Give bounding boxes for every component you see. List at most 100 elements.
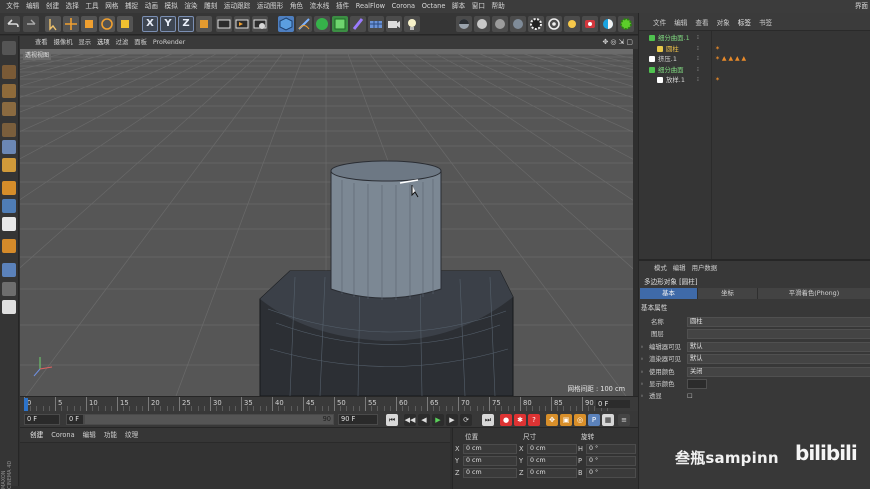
attribute-field[interactable]: 关闭 <box>687 366 870 377</box>
reflection-sphere-icon[interactable] <box>510 16 526 32</box>
size-field[interactable]: 0 cm <box>527 468 577 478</box>
record-icon[interactable] <box>582 16 598 32</box>
redo-button[interactable] <box>23 16 39 32</box>
menu-item-15[interactable]: 插件 <box>333 0 353 13</box>
xray-checkbox[interactable]: ☐ <box>687 391 693 401</box>
animate-dot-icon[interactable]: ◦ <box>640 367 644 377</box>
position-field[interactable]: 0 cm <box>463 444 517 454</box>
prev-key-button[interactable]: ◀◀ <box>404 414 416 426</box>
move-tool-icon[interactable] <box>63 16 79 32</box>
menu-item-0[interactable]: 文件 <box>3 0 23 13</box>
end-frame-field[interactable]: 90 F <box>338 414 378 425</box>
deformer-icon[interactable] <box>350 16 366 32</box>
play-button[interactable]: ▶ <box>432 414 444 426</box>
snap-icon[interactable] <box>2 217 16 231</box>
attribute-menu-item-2[interactable]: 用户数据 <box>689 263 721 272</box>
timeline-playhead[interactable] <box>24 398 28 411</box>
object-name[interactable]: 圆柱 <box>666 44 679 54</box>
shader-sphere-icon[interactable] <box>474 16 490 32</box>
autokey-button[interactable]: ● <box>500 414 512 426</box>
animate-dot-icon[interactable]: ◦ <box>640 391 644 401</box>
object-row[interactable]: 放样.1 ⁝ ✶ <box>639 75 870 85</box>
timeline-menu-button[interactable]: ≡ <box>618 414 630 426</box>
target-icon[interactable] <box>546 16 562 32</box>
attribute-field[interactable]: 默认 <box>687 354 870 365</box>
axis-z-toggle[interactable]: Z <box>178 16 194 32</box>
viewport-menu-item-1[interactable]: 摄像机 <box>51 36 76 49</box>
go-end-button[interactable]: ⏭ <box>482 414 494 426</box>
menu-item-11[interactable]: 运动跟踪 <box>221 0 254 13</box>
attribute-field[interactable]: 默认 <box>687 341 870 352</box>
menu-item-3[interactable]: 选择 <box>62 0 82 13</box>
position-field[interactable]: 0 cm <box>463 468 517 478</box>
object-row[interactable]: 细分曲面 ⁝ <box>639 65 870 75</box>
menu-item-14[interactable]: 流水线 <box>306 0 332 13</box>
recent-tool-icon[interactable] <box>117 16 133 32</box>
material-menu-item-4[interactable]: 纹理 <box>121 428 142 443</box>
model-mode-icon[interactable] <box>2 123 16 137</box>
timeline-ruler[interactable]: 0 5 10 15 20 25 30 35 40 45 50 55 60 65 70 75 80 85 90 0 F <box>20 396 638 411</box>
light-object-icon[interactable] <box>404 16 420 32</box>
floor-object-icon[interactable] <box>368 16 384 32</box>
attribute-field[interactable] <box>687 329 870 340</box>
visibility-dots-icon[interactable]: ⁝ <box>697 75 699 85</box>
axis-y-toggle[interactable]: Y <box>160 16 176 32</box>
start-frame-field[interactable]: 0 F <box>24 414 60 425</box>
key-rotation-button[interactable]: ◎ <box>574 414 586 426</box>
material-menu-item-3[interactable]: 功能 <box>100 428 121 443</box>
prev-frame-button[interactable]: ◀ <box>418 414 430 426</box>
visibility-dots-icon[interactable]: ⁝ <box>697 65 699 75</box>
record-key-button[interactable]: ✱ <box>514 414 526 426</box>
object-name[interactable]: 细分曲面.1 <box>658 33 690 43</box>
menu-item-4[interactable]: 工具 <box>82 0 102 13</box>
animate-dot-icon[interactable]: ◦ <box>640 354 644 364</box>
attribute-menu-item-0[interactable]: 模式 <box>651 263 670 272</box>
menu-item-5[interactable]: 网格 <box>102 0 122 13</box>
range-start-field[interactable]: 0 F <box>66 414 84 425</box>
key-scale-button[interactable]: ▣ <box>560 414 572 426</box>
plugin-gear-icon[interactable] <box>618 16 634 32</box>
subdivision-generator-icon[interactable] <box>314 16 330 32</box>
object-menu-item-5[interactable]: 书签 <box>755 17 776 27</box>
lock-axis-icon[interactable] <box>2 300 16 314</box>
undo-button[interactable] <box>4 16 20 32</box>
tweak-mode-icon[interactable] <box>2 282 16 296</box>
key-position-button[interactable]: ✥ <box>546 414 558 426</box>
menu-item-20[interactable]: 窗口 <box>468 0 488 13</box>
menu-item-19[interactable]: 脚本 <box>449 0 469 13</box>
current-frame-field[interactable]: 0 F <box>596 400 630 408</box>
sun-icon[interactable] <box>564 16 580 32</box>
object-tags-icon[interactable]: ✶ <box>715 44 720 54</box>
attribute-menu-item-1[interactable]: 编辑 <box>670 263 689 272</box>
visibility-dots-icon[interactable]: ⁝ <box>697 44 699 54</box>
object-name[interactable]: 放样.1 <box>666 75 685 85</box>
material-sphere-icon[interactable] <box>456 16 472 32</box>
menu-item-21[interactable]: 帮助 <box>488 0 508 13</box>
sculpt-icon[interactable] <box>2 263 16 277</box>
menu-item-7[interactable]: 动画 <box>141 0 161 13</box>
object-mode-icon[interactable] <box>2 140 16 154</box>
viewport-menu-item-2[interactable]: 显示 <box>75 36 94 49</box>
viewport-menu-item-4[interactable]: 过滤 <box>113 36 132 49</box>
object-row[interactable]: 细分曲面.1 ⁝ <box>639 33 870 43</box>
object-menu-item-1[interactable]: 编辑 <box>670 17 691 27</box>
render-settings-icon[interactable] <box>252 16 268 32</box>
perspective-viewport[interactable]: 透视视图 网格间距 : 100 cm <box>20 49 633 396</box>
cube-object-icon[interactable] <box>278 16 294 32</box>
go-start-button[interactable]: ⏮ <box>386 414 398 426</box>
animate-dot-icon[interactable]: ◦ <box>640 379 644 389</box>
visibility-dots-icon[interactable]: ⁝ <box>697 54 699 64</box>
render-picture-viewer-icon[interactable] <box>234 16 250 32</box>
range-slider[interactable]: 90 <box>84 414 334 425</box>
viewport-menu-item-3[interactable]: 选项 <box>94 36 113 49</box>
material-menu-item-2[interactable]: 编辑 <box>79 428 100 443</box>
axis-x-toggle[interactable]: X <box>142 16 158 32</box>
object-row[interactable]: 圆柱 ⁝ ✶ <box>639 44 870 54</box>
keyframe-selection-button[interactable]: ? <box>528 414 540 426</box>
rotate-tool-icon[interactable] <box>99 16 115 32</box>
world-coords-icon[interactable] <box>196 16 212 32</box>
material-menu-item-0[interactable]: 创建 <box>26 428 47 443</box>
menu-item-6[interactable]: 捕捉 <box>122 0 142 13</box>
viewport-menu-item-6[interactable]: ProRender <box>150 36 188 49</box>
polygons-mode-icon[interactable] <box>2 199 16 213</box>
